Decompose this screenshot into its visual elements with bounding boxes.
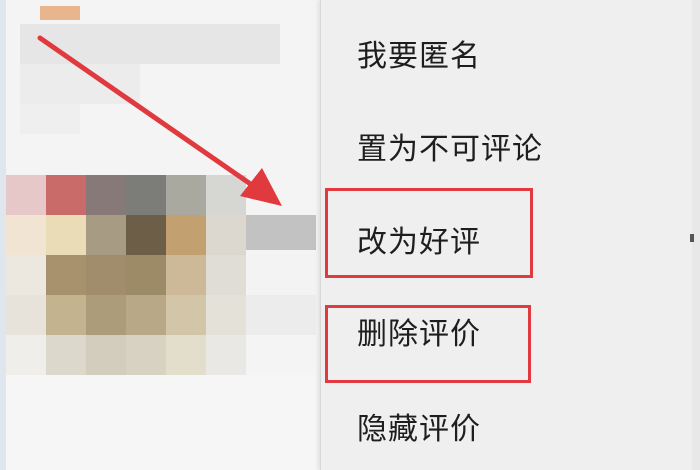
highlight-box-delete-review xyxy=(325,305,531,383)
highlight-box-change-to-positive xyxy=(325,188,533,278)
menu-item-hide-review[interactable]: 隐藏评价 xyxy=(357,405,481,455)
menu-item-disable-comments[interactable]: 置为不可评论 xyxy=(357,125,543,175)
scrollbar-thumb[interactable] xyxy=(690,234,694,242)
menu-item-anonymous[interactable]: 我要匿名 xyxy=(357,32,481,82)
